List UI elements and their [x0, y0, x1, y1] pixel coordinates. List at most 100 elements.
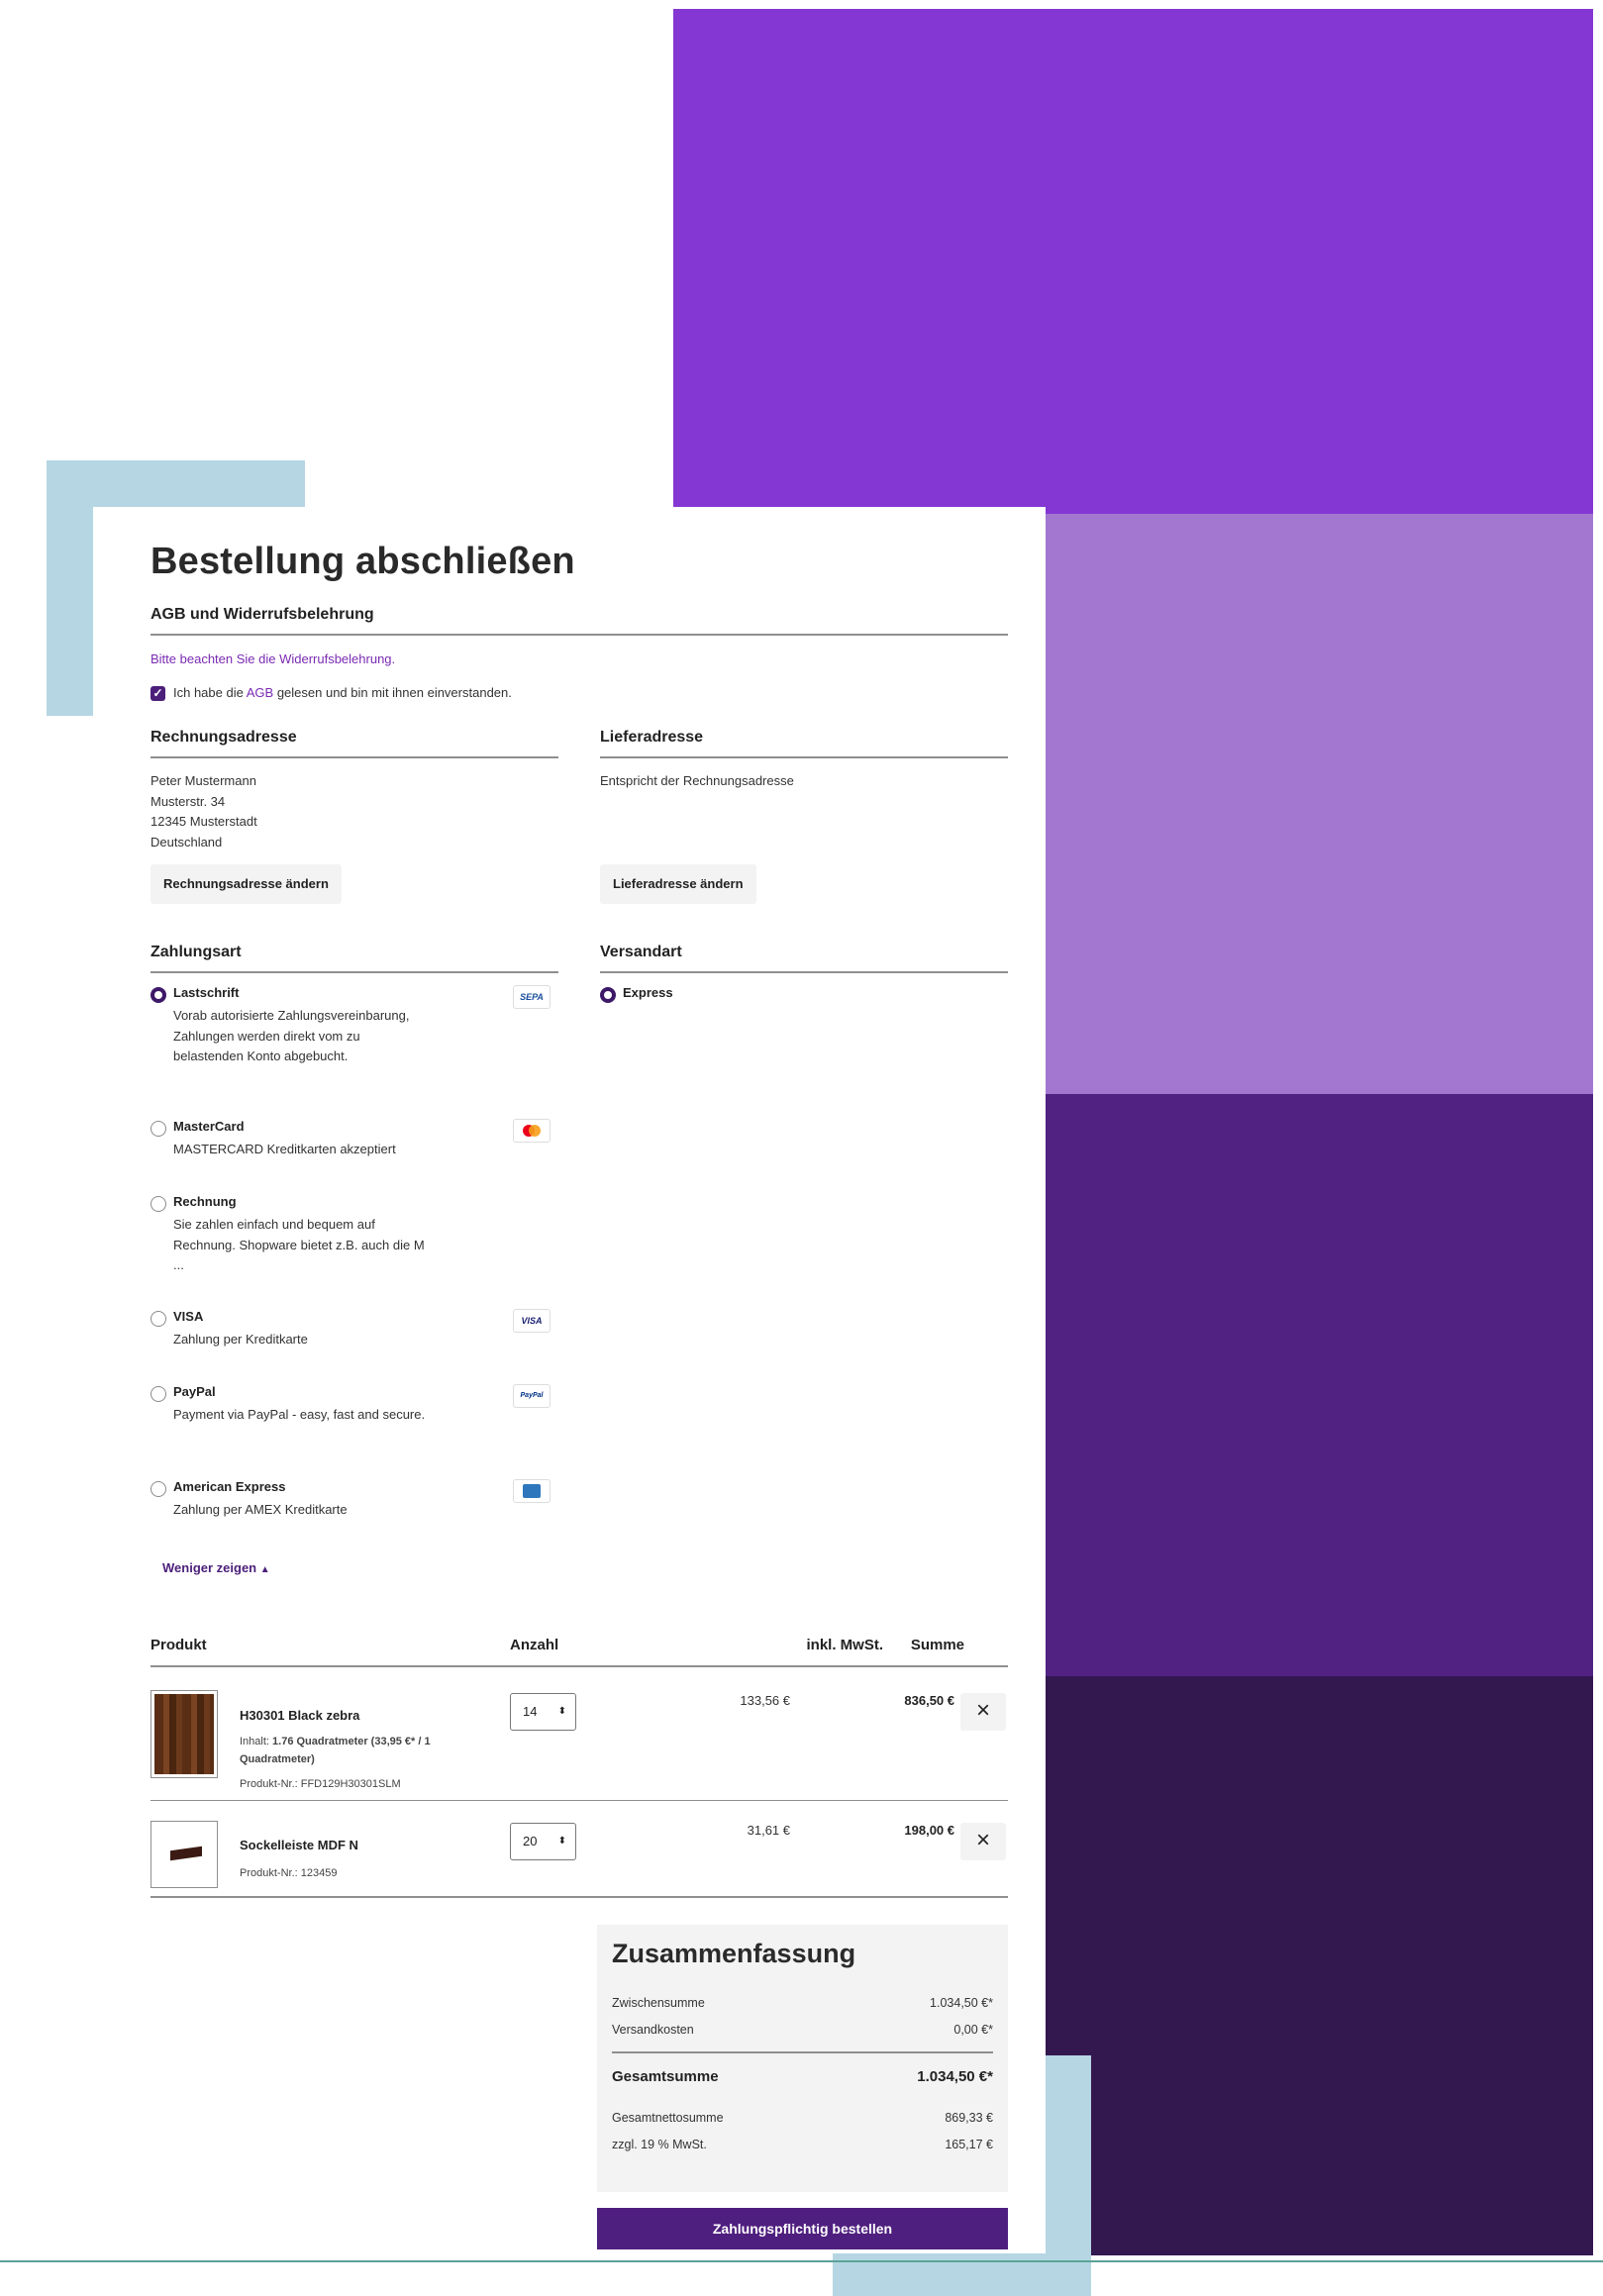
summary-divider: [612, 2051, 993, 2053]
product-number: Produkt-Nr.: 123459: [240, 1867, 338, 1879]
radio[interactable]: [150, 1196, 166, 1212]
radio[interactable]: [150, 1311, 166, 1327]
summary-shipping: Versandkosten 0,00 €*: [612, 2023, 993, 2037]
summary-vat: zzgl. 19 % MwSt. 165,17 €: [612, 2138, 993, 2151]
col-product: Produkt: [150, 1637, 207, 1653]
payment-name: VISA: [173, 1309, 204, 1324]
payment-name: American Express: [173, 1479, 286, 1494]
shipping-method-name: Express: [623, 985, 673, 1000]
col-total: Summe: [910, 1637, 964, 1653]
item-total: 198,00 €: [904, 1823, 954, 1838]
order-summary: Zusammenfassung Zwischensumme 1.034,50 €*…: [597, 1925, 1008, 2192]
mastercard-icon: [513, 1119, 551, 1143]
summary-grand-total: Gesamtsumme 1.034,50 €*: [612, 2068, 993, 2085]
payment-desc: Payment via PayPal - easy, fast and secu…: [173, 1407, 426, 1422]
purple-block-1: [673, 9, 1593, 514]
billing-heading: Rechnungsadresse: [150, 729, 558, 758]
item-total: 836,50 €: [904, 1693, 954, 1708]
place-order-button[interactable]: Zahlungspflichtig bestellen: [597, 2208, 1008, 2249]
quantity-select[interactable]: 14 ⬍: [510, 1693, 576, 1731]
subtotal-value: 1.034,50 €*: [930, 1996, 993, 2010]
quantity-value: 20: [523, 1834, 538, 1848]
product-number: Produkt-Nr.: FFD129H30301SLM: [240, 1778, 401, 1790]
product-name[interactable]: Sockelleiste MDF N: [240, 1838, 358, 1852]
product-image: [150, 1690, 218, 1778]
sepa-icon: SEPA: [513, 985, 551, 1009]
checkout-screenshot: Bestellung abschließen AGB und Widerrufs…: [93, 507, 1046, 2253]
vat-label: zzgl. 19 % MwSt.: [612, 2138, 707, 2151]
agb-text-before: Ich habe die: [173, 685, 247, 700]
shipping-cost-value: 0,00 €*: [953, 2023, 993, 2037]
radio-selected[interactable]: [600, 987, 616, 1003]
table-header-line: [150, 1665, 1008, 1667]
radio[interactable]: [150, 1386, 166, 1402]
radio[interactable]: [150, 1481, 166, 1497]
table-bottom-line: [150, 1896, 1008, 1898]
visa-icon: VISA: [513, 1309, 551, 1333]
select-arrows-icon: ⬍: [557, 1836, 566, 1847]
show-less-link[interactable]: Weniger zeigen ▲: [162, 1560, 270, 1575]
row-divider: [150, 1800, 1008, 1801]
grand-total-label: Gesamtsumme: [612, 2068, 719, 2085]
item-tax: 133,56 €: [740, 1693, 790, 1708]
radio[interactable]: [150, 1121, 166, 1137]
payment-heading: Zahlungsart: [150, 944, 558, 973]
product-image: [150, 1821, 218, 1888]
shipping-heading: Lieferadresse: [600, 729, 1008, 758]
payment-desc: Zahlung per AMEX Kreditkarte: [173, 1502, 348, 1517]
summary-net: Gesamtnettosumme 869,33 €: [612, 2111, 993, 2125]
agb-link[interactable]: AGB: [247, 685, 273, 700]
payment-desc: Vorab autorisierte Zahlungsvereinbarung,…: [173, 1008, 410, 1063]
select-arrows-icon: ⬍: [557, 1706, 566, 1717]
shipping-method-heading: Versandart: [600, 944, 1008, 973]
payment-name: PayPal: [173, 1384, 216, 1399]
summary-heading: Zusammenfassung: [612, 1939, 856, 1968]
shipping-address: Entspricht der Rechnungsadresse: [600, 773, 794, 788]
page-title: Bestellung abschließen: [150, 541, 575, 582]
agb-text-after: gelesen und bin mit ihnen einverstanden.: [273, 685, 512, 700]
billing-line: Musterstr. 34: [150, 793, 226, 809]
remove-item-button[interactable]: ×: [960, 1693, 1006, 1731]
product-content: Inhalt: 1.76 Quadratmeter (33,95 €* / 1 …: [240, 1733, 477, 1768]
payment-name: Rechnung: [173, 1194, 237, 1209]
agb-check-label: Ich habe die AGB gelesen und bin mit ihn…: [173, 683, 512, 704]
product-name[interactable]: H30301 Black zebra: [240, 1708, 359, 1723]
widerruf-link[interactable]: Bitte beachten Sie die Widerrufsbelehrun…: [150, 649, 395, 670]
content-label: Inhalt:: [240, 1736, 273, 1747]
payment-desc: Zahlung per Kreditkarte: [173, 1332, 308, 1347]
agb-checkbox[interactable]: ✓: [150, 686, 165, 701]
stage: Bestellung abschließen AGB und Widerrufs…: [0, 0, 1603, 2296]
col-tax: inkl. MwSt.: [806, 1637, 883, 1653]
remove-item-button[interactable]: ×: [960, 1823, 1006, 1860]
close-icon: ×: [975, 1827, 990, 1853]
purple-block-2: [1046, 514, 1593, 1094]
vat-value: 165,17 €: [945, 2138, 993, 2151]
billing-line: 12345 Musterstadt: [150, 814, 257, 829]
paypal-icon: PayPal: [513, 1384, 551, 1408]
item-tax: 31,61 €: [747, 1823, 790, 1838]
quantity-select[interactable]: 20 ⬍: [510, 1823, 576, 1860]
quantity-value: 14: [523, 1704, 538, 1719]
close-icon: ×: [975, 1697, 990, 1724]
amex-icon: [513, 1479, 551, 1503]
billing-line: Peter Mustermann: [150, 773, 256, 788]
purple-block-4: [1046, 1676, 1593, 2255]
subtotal-label: Zwischensumme: [612, 1996, 705, 2010]
payment-desc: Sie zahlen einfach und bequem auf Rechnu…: [173, 1217, 425, 1272]
shipping-cost-label: Versandkosten: [612, 2023, 694, 2037]
agb-heading: AGB und Widerrufsbelehrung: [150, 606, 1008, 636]
col-qty: Anzahl: [510, 1637, 559, 1653]
net-value: 869,33 €: [945, 2111, 993, 2125]
purple-block-3: [1046, 1094, 1593, 1676]
payment-desc: MASTERCARD Kreditkarten akzeptiert: [173, 1142, 396, 1156]
billing-address: Peter Mustermann Musterstr. 34 12345 Mus…: [150, 771, 257, 852]
radio-selected[interactable]: [150, 987, 166, 1003]
change-shipping-button[interactable]: Lieferadresse ändern: [600, 864, 756, 904]
divider-line: [0, 2260, 1603, 2262]
chevron-up-icon: ▲: [259, 1564, 270, 1575]
grand-total-value: 1.034,50 €*: [917, 2068, 993, 2085]
billing-line: Deutschland: [150, 834, 223, 849]
change-billing-button[interactable]: Rechnungsadresse ändern: [150, 864, 342, 904]
summary-subtotal: Zwischensumme 1.034,50 €*: [612, 1996, 993, 2010]
payment-name: MasterCard: [173, 1119, 245, 1134]
